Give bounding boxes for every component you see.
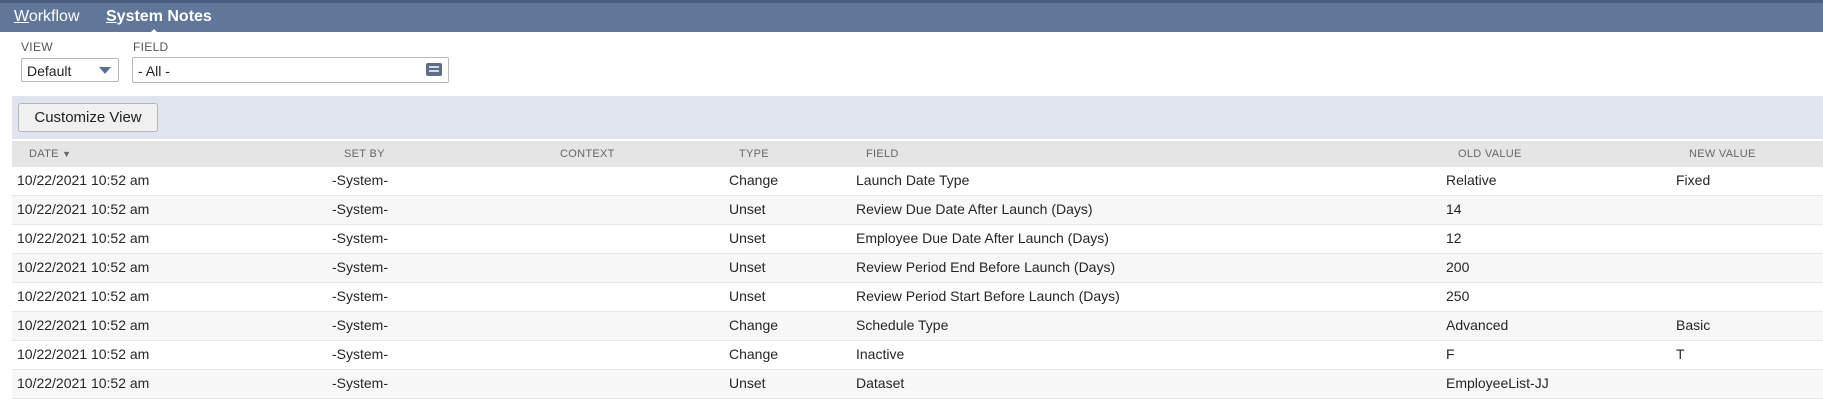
cell-set-by: -System- [332, 172, 388, 188]
table-row: 10/22/2021 10:52 am -System- Change Laun… [12, 167, 1823, 196]
cell-field: Review Period Start Before Launch (Days) [856, 288, 1120, 304]
column-header-date[interactable]: DATE ▼ [29, 148, 71, 160]
cell-field: Dataset [856, 375, 905, 391]
cell-field: Inactive [856, 346, 905, 362]
cell-date: 10/22/2021 10:52 am [17, 375, 150, 391]
cell-date: 10/22/2021 10:52 am [17, 317, 150, 333]
cell-old-value: F [1446, 346, 1455, 362]
cell-date: 10/22/2021 10:52 am [17, 288, 150, 304]
cell-old-value: Advanced [1446, 317, 1509, 333]
table-row: 10/22/2021 10:52 am -System- Unset Emplo… [12, 225, 1823, 254]
column-header-old-value[interactable]: OLD VALUE [1458, 148, 1522, 160]
tab-system-notes[interactable]: System Notes [106, 8, 212, 26]
table-row: 10/22/2021 10:52 am -System- Unset Revie… [12, 196, 1823, 225]
cell-new-value: T [1676, 346, 1685, 362]
cell-set-by: -System- [332, 259, 388, 275]
cell-set-by: -System- [332, 317, 388, 333]
tab-workflow[interactable]: Workflow [14, 8, 80, 26]
cell-type: Change [729, 172, 779, 188]
field-select[interactable]: - All - [132, 57, 449, 83]
cell-set-by: -System- [332, 201, 388, 217]
cell-type: Unset [729, 201, 766, 217]
cell-field: Review Due Date After Launch (Days) [856, 201, 1093, 217]
cell-type: Unset [729, 259, 766, 275]
cell-old-value: EmployeeList-JJ [1446, 375, 1549, 391]
cell-field: Schedule Type [856, 317, 949, 333]
column-header-field[interactable]: FIELD [866, 148, 899, 160]
list-toolbar: Customize View [12, 96, 1823, 139]
cell-field: Employee Due Date After Launch (Days) [856, 230, 1109, 246]
cell-set-by: -System- [332, 230, 388, 246]
cell-type: Unset [729, 230, 766, 246]
field-select-value: - All - [138, 63, 170, 79]
subtab-bar: Workflow System Notes [0, 0, 1823, 35]
active-tab-indicator [148, 29, 160, 35]
tab-workflow-accesskey: W [14, 8, 29, 25]
tab-system-notes-accesskey: S [106, 8, 117, 25]
tab-workflow-label: orkflow [28, 8, 80, 25]
cell-set-by: -System- [332, 346, 388, 362]
cell-new-value: Fixed [1676, 172, 1711, 188]
cell-old-value: Relative [1446, 172, 1497, 188]
table-row: 10/22/2021 10:52 am -System- Unset Datas… [12, 370, 1823, 399]
column-header-new-value[interactable]: NEW VALUE [1689, 148, 1756, 160]
column-header-date-label: DATE [29, 148, 59, 160]
customize-view-button[interactable]: Customize View [18, 103, 158, 132]
cell-date: 10/22/2021 10:52 am [17, 346, 150, 362]
view-filter-label: VIEW [21, 40, 53, 54]
cell-field: Review Period End Before Launch (Days) [856, 259, 1116, 275]
cell-new-value: Basic [1676, 317, 1711, 333]
cell-old-value: 200 [1446, 259, 1470, 275]
sort-descending-icon: ▼ [62, 149, 72, 159]
table-row: 10/22/2021 10:52 am -System- Change Sche… [12, 312, 1823, 341]
cell-date: 10/22/2021 10:52 am [17, 230, 150, 246]
tab-system-notes-label: ystem Notes [116, 8, 212, 25]
column-header-context[interactable]: CONTEXT [560, 148, 615, 160]
view-select[interactable]: Default [21, 58, 119, 82]
cell-old-value: 250 [1446, 288, 1470, 304]
list-icon[interactable] [426, 63, 442, 76]
cell-type: Change [729, 317, 779, 333]
cell-old-value: 12 [1446, 230, 1462, 246]
table-row: 10/22/2021 10:52 am -System- Unset Revie… [12, 283, 1823, 312]
table-row: 10/22/2021 10:52 am -System- Change Inac… [12, 341, 1823, 370]
column-header-set-by[interactable]: SET BY [344, 148, 385, 160]
cell-date: 10/22/2021 10:52 am [17, 201, 150, 217]
cell-date: 10/22/2021 10:52 am [17, 259, 150, 275]
cell-type: Unset [729, 375, 766, 391]
cell-type: Unset [729, 288, 766, 304]
cell-date: 10/22/2021 10:52 am [17, 172, 150, 188]
view-select-value: Default [27, 63, 72, 79]
column-header-type[interactable]: TYPE [739, 148, 769, 160]
table-row: 10/22/2021 10:52 am -System- Unset Revie… [12, 254, 1823, 283]
system-notes-table-body: 10/22/2021 10:52 am -System- Change Laun… [12, 167, 1823, 399]
field-filter-label: FIELD [133, 40, 169, 54]
cell-set-by: -System- [332, 375, 388, 391]
table-header: DATE ▼ SET BY CONTEXT TYPE FIELD OLD VAL… [12, 141, 1823, 167]
cell-type: Change [729, 346, 779, 362]
cell-old-value: 14 [1446, 201, 1462, 217]
cell-set-by: -System- [332, 288, 388, 304]
chevron-down-icon[interactable] [99, 67, 111, 74]
cell-field: Launch Date Type [856, 172, 970, 188]
